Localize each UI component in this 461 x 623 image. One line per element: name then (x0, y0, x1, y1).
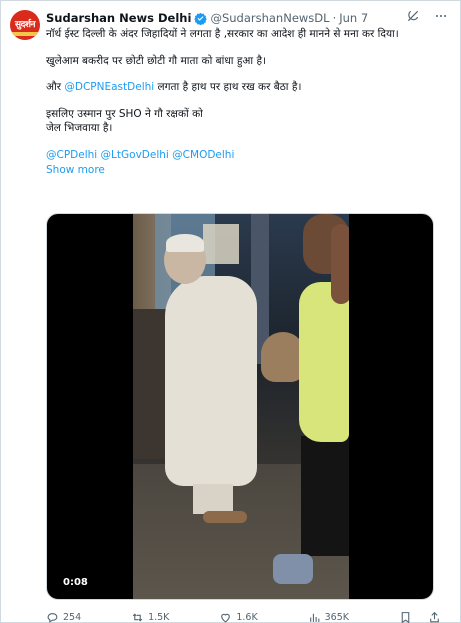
tweet-line-4a: इसलिए उस्मान पुर SHO ने गौ रक्षकों को (46, 107, 203, 120)
views-icon (309, 613, 320, 622)
right-actions (399, 611, 441, 623)
action-bar: 254 1.5K 1.6K 365K (46, 610, 441, 623)
line-3-prefix: और (46, 81, 62, 93)
video-player[interactable]: 0:08 (46, 213, 434, 600)
retweet-count: 1.5K (148, 611, 170, 623)
views-count: 365K (324, 611, 350, 623)
reply-count: 254 (63, 611, 82, 623)
video-frame (133, 214, 349, 599)
person-yellow-shirt (299, 282, 349, 442)
tweet-header: Sudarshan News Delhi @SudarshanNewsDL · … (46, 9, 420, 27)
handle[interactable]: @SudarshanNewsDL (210, 11, 329, 25)
retweet-icon (132, 612, 143, 622)
line-3-suffix: लगता है हाथ पर हाथ रख कर बैठा है। (157, 81, 302, 93)
top-right-icons (406, 9, 448, 23)
tweet-mentions: @CPDelhi @LtGovDelhi @CMODelhi (46, 148, 441, 163)
avatar-logo-text: सुदर्शन (15, 19, 35, 30)
reply-icon (47, 612, 58, 623)
mention-dcpneastdelhi[interactable]: @DCPNEastDelhi (64, 81, 154, 93)
tweet-text: नॉर्थ ईस्ट दिल्ली के अंदर जिहादियों ने ल… (46, 27, 441, 178)
tweet-card[interactable]: सुदर्शन Sudarshan News Delhi @SudarshanN… (0, 0, 461, 623)
tweet-line-2: खुलेआम बकरीद पर छोटी छोटी गौ माता को बां… (46, 54, 267, 67)
grok-icon[interactable] (406, 9, 420, 23)
avatar-strip (10, 32, 40, 36)
like-count: 1.6K (236, 611, 258, 623)
views-button[interactable]: 365K (308, 611, 349, 623)
like-icon (221, 613, 231, 622)
share-icon[interactable] (428, 611, 441, 623)
retweet-button[interactable]: 1.5K (131, 611, 169, 623)
bookmark-icon[interactable] (399, 611, 412, 623)
tweet-line-4b: जेल भिजवाया है। (46, 122, 113, 134)
tweet-line-1: नॉर्थ ईस्ट दिल्ली के अंदर जिहादियों ने ल… (46, 28, 399, 40)
tweet-date[interactable]: Jun 7 (339, 11, 368, 25)
verified-badge-icon (194, 12, 208, 25)
reply-button[interactable]: 254 (46, 611, 81, 623)
avatar[interactable]: सुदर्शन (10, 10, 40, 40)
mention-ltgovdelhi[interactable]: @LtGovDelhi (101, 149, 169, 161)
tweet-line-3: और @DCPNEastDelhi लगता है हाथ पर हाथ रख … (46, 80, 441, 95)
more-icon[interactable] (434, 9, 448, 23)
display-name[interactable]: Sudarshan News Delhi (46, 11, 191, 25)
show-more-link[interactable]: Show more (46, 163, 441, 178)
separator-dot: · (332, 11, 337, 25)
video-time-badge: 0:08 (58, 575, 93, 590)
mention-cmodelhi[interactable]: @CMODelhi (172, 149, 234, 161)
mention-cpdelhi[interactable]: @CPDelhi (46, 149, 97, 161)
person-white-kurta (165, 276, 257, 486)
like-button[interactable]: 1.6K (219, 611, 258, 623)
